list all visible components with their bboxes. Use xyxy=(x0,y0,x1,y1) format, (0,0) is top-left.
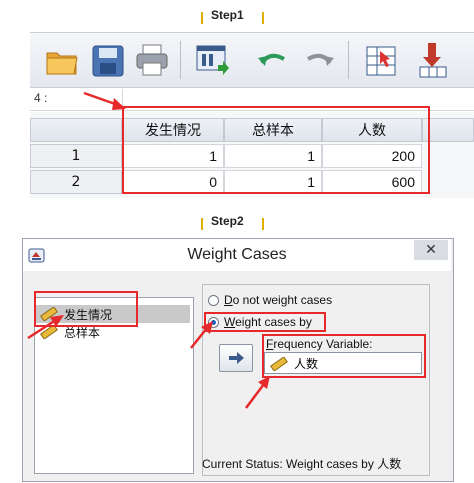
print-icon[interactable] xyxy=(134,41,170,79)
redo-icon[interactable] xyxy=(302,41,338,79)
step1-label: Step1 xyxy=(211,8,244,22)
step1-right-tick xyxy=(262,12,264,24)
step2-right-tick xyxy=(262,218,264,230)
dialog-title: Weight Cases xyxy=(187,246,287,263)
do-not-weight-label[interactable]: Do not weight cases xyxy=(224,293,332,307)
undo-icon[interactable] xyxy=(254,41,290,79)
step2-label: Step2 xyxy=(211,214,244,228)
annotation-arrow xyxy=(245,376,270,409)
current-status: Current Status: Weight cases by 人数 xyxy=(202,457,402,471)
highlight-box-frequency xyxy=(262,334,426,378)
row-header[interactable]: 2 xyxy=(30,170,122,194)
open-folder-icon[interactable] xyxy=(44,41,80,79)
move-variable-button[interactable] xyxy=(219,344,253,372)
highlight-box-radio xyxy=(204,312,326,332)
save-icon[interactable] xyxy=(90,41,126,79)
toolbar xyxy=(30,32,474,88)
row-header[interactable]: 1 xyxy=(30,144,122,168)
toolbar-separator xyxy=(180,41,181,79)
insert-icon[interactable] xyxy=(414,41,450,79)
step1-left-tick xyxy=(201,12,203,24)
toolbar-separator xyxy=(348,41,349,79)
close-icon: ✕ xyxy=(425,242,437,258)
do-not-weight-radio[interactable] xyxy=(208,295,219,306)
annotation-arrow xyxy=(190,321,213,349)
recall-dialog-icon[interactable] xyxy=(194,41,230,79)
cell-reference: 4 : xyxy=(34,91,48,105)
highlight-box-table xyxy=(122,106,430,194)
arrow-right-icon xyxy=(229,352,244,364)
goto-case-icon[interactable] xyxy=(364,41,400,79)
corner-header xyxy=(30,118,122,142)
step2-left-tick xyxy=(201,218,203,230)
annotation-arrow xyxy=(83,91,126,110)
annotation-arrow xyxy=(27,315,64,340)
close-button[interactable]: ✕ xyxy=(414,240,448,260)
